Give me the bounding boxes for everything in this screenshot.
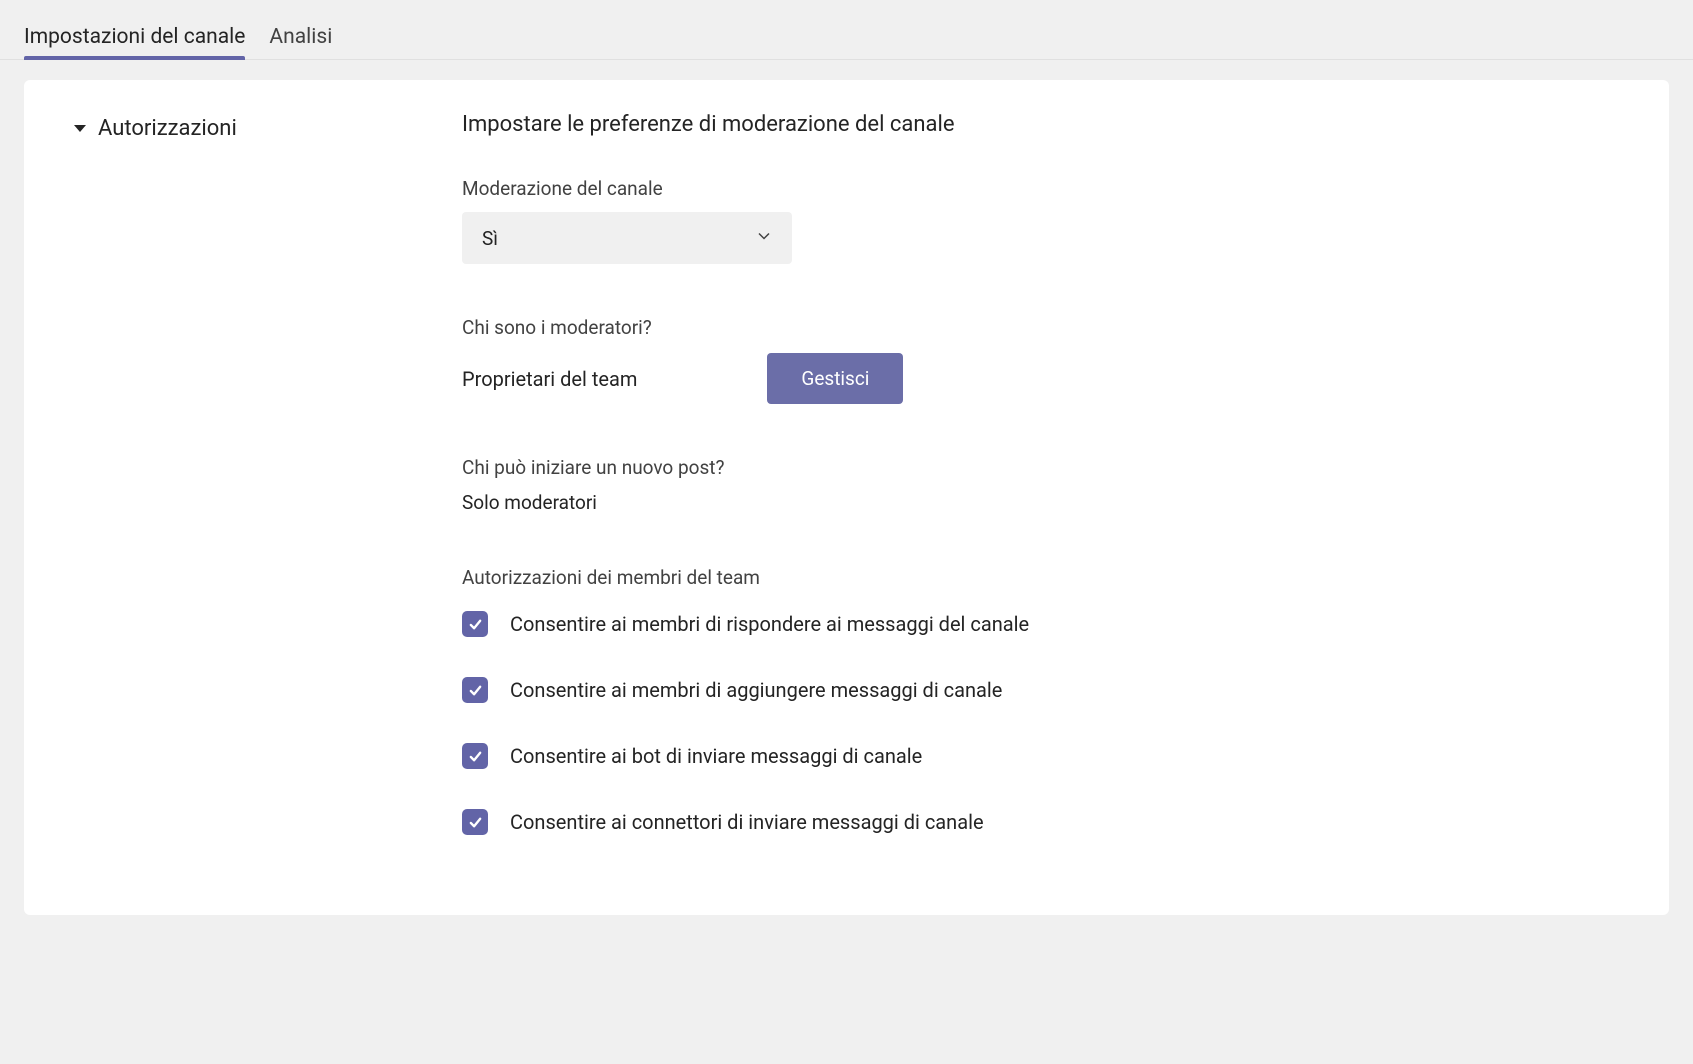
section-title: Autorizzazioni	[98, 116, 237, 141]
section-permissions: Autorizzazioni Impostare le preferenze d…	[64, 112, 1629, 875]
moderation-label: Moderazione del canale	[462, 177, 1362, 200]
moderators-label: Chi sono i moderatori?	[462, 316, 1362, 339]
chevron-down-icon	[756, 228, 772, 249]
new-post-label: Chi può iniziare un nuovo post?	[462, 456, 1362, 479]
check-icon	[468, 815, 483, 830]
checkbox-label: Consentire ai connettori di inviare mess…	[510, 810, 984, 834]
moderation-dropdown-value: Sì	[482, 227, 498, 250]
moderators-value: Proprietari del team	[462, 367, 637, 391]
permission-row: Consentire ai membri di aggiungere messa…	[462, 677, 1362, 703]
tab-analytics[interactable]: Analisi	[269, 25, 332, 59]
checkbox-label: Consentire ai membri di rispondere ai me…	[510, 612, 1029, 636]
check-icon	[468, 617, 483, 632]
content-heading: Impostare le preferenze di moderazione d…	[462, 112, 1362, 137]
page: Impostazioni del canale Analisi Autorizz…	[0, 0, 1693, 1064]
permission-row: Consentire ai bot di inviare messaggi di…	[462, 743, 1362, 769]
moderators-row: Proprietari del team Gestisci	[462, 353, 1362, 404]
checkbox-label: Consentire ai membri di aggiungere messa…	[510, 678, 1002, 702]
section-content: Impostare le preferenze di moderazione d…	[462, 112, 1362, 875]
permission-row: Consentire ai membri di rispondere ai me…	[462, 611, 1362, 637]
caret-down-icon	[74, 125, 86, 132]
section-header[interactable]: Autorizzazioni	[64, 112, 414, 875]
tab-bar: Impostazioni del canale Analisi	[0, 0, 1693, 60]
check-icon	[468, 683, 483, 698]
new-post-value: Solo moderatori	[462, 491, 1362, 514]
permissions-heading: Autorizzazioni dei membri del team	[462, 566, 1362, 589]
tab-channel-settings[interactable]: Impostazioni del canale	[24, 25, 245, 59]
manage-button[interactable]: Gestisci	[767, 353, 903, 404]
checkbox-allow-connectors[interactable]	[462, 809, 488, 835]
checkbox-allow-add[interactable]	[462, 677, 488, 703]
permission-row: Consentire ai connettori di inviare mess…	[462, 809, 1362, 835]
check-icon	[468, 749, 483, 764]
settings-card: Autorizzazioni Impostare le preferenze d…	[24, 80, 1669, 915]
moderation-dropdown[interactable]: Sì	[462, 212, 792, 264]
checkbox-allow-reply[interactable]	[462, 611, 488, 637]
checkbox-label: Consentire ai bot di inviare messaggi di…	[510, 744, 922, 768]
checkbox-allow-bots[interactable]	[462, 743, 488, 769]
